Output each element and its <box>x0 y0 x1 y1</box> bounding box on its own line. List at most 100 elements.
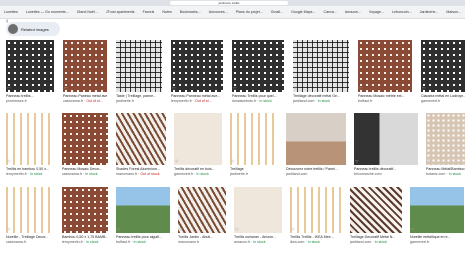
result-thumbnail[interactable]: ♡ <box>230 113 278 165</box>
save-heart-icon[interactable]: ♡ <box>175 160 179 164</box>
image-result-card[interactable]: ♡ Panneau Mosaic Decor... castorama.fr · I… <box>62 113 108 180</box>
result-title[interactable]: Panneau Mosaic métrie ext... <box>358 94 412 98</box>
save-heart-icon[interactable]: ♡ <box>411 228 415 232</box>
image-result-card[interactable]: ♡ Treillis en bambou 0,50 x... leroymerlin… <box>6 113 54 180</box>
result-title[interactable]: Panneau Métal/Bamboo fil Treillis panel.… <box>426 167 465 171</box>
result-title[interactable]: Treillis en bambou 0,50 x... <box>6 167 54 171</box>
address-bar[interactable]: jardinerie treillis <box>170 1 288 5</box>
bookmark-item[interactable]: Amazon... <box>343 9 363 15</box>
result-thumbnail[interactable]: ♡ <box>171 40 223 92</box>
bookmark-item[interactable]: Plans du projet... <box>234 9 265 15</box>
result-thumbnail[interactable]: ♡ <box>178 187 226 233</box>
image-result-card[interactable]: ♡ Treillage jardinerie.fr <box>230 113 278 180</box>
save-heart-icon[interactable]: ♡ <box>291 228 295 232</box>
image-result-card[interactable]: ♡ Panneau Mosaic métrie ext... truffaut.fr <box>358 40 412 107</box>
result-thumbnail[interactable]: ♡ <box>62 187 108 233</box>
save-heart-icon[interactable]: ♡ <box>7 87 11 91</box>
bookmark-item[interactable]: Gmail... <box>269 9 285 15</box>
save-heart-icon[interactable]: ♡ <box>117 228 121 232</box>
result-title[interactable]: Treillis nurisean - Amzon... <box>234 235 282 239</box>
result-thumbnail[interactable]: ♡ <box>6 113 54 165</box>
result-title[interactable]: Découvrez notre treillis / Panel... <box>286 167 346 171</box>
result-thumbnail[interactable]: ♡ <box>62 113 108 165</box>
image-result-card[interactable]: ♡ Shades Forest Aluminium... manomano.fr ·… <box>116 113 166 180</box>
bookmark-item[interactable]: JTrust apartments <box>104 9 137 15</box>
result-title[interactable]: Panneau Panneau métal ave... <box>171 94 223 98</box>
bookmark-item[interactable]: Canva... <box>321 9 338 15</box>
result-thumbnail[interactable]: ♡ <box>426 113 465 165</box>
bookmark-item[interactable]: Lunettes — Go moments... <box>24 9 71 15</box>
save-heart-icon[interactable]: ♡ <box>351 228 355 232</box>
result-thumbnail[interactable]: ♡ <box>232 40 284 92</box>
save-heart-icon[interactable]: ♡ <box>7 160 11 164</box>
result-title[interactable]: Shades Forest Aluminium... <box>116 167 166 171</box>
image-result-card[interactable]: ♡ Bambou 0,50 x 1,75 BAMB... leroymerlin.f… <box>62 187 108 248</box>
save-heart-icon[interactable]: ♡ <box>64 87 68 91</box>
save-heart-icon[interactable]: ♡ <box>179 228 183 232</box>
bookmark-item[interactable]: Maison... <box>444 9 463 15</box>
result-thumbnail[interactable]: ♡ <box>6 187 54 233</box>
image-result-card[interactable]: ♡ Treillis décoratif en bois... gammvert.f… <box>174 113 222 180</box>
result-title[interactable]: Treillis Jardin - Abuti... <box>178 235 226 239</box>
save-heart-icon[interactable]: ♡ <box>235 228 239 232</box>
save-heart-icon[interactable]: ♡ <box>422 87 426 91</box>
result-title[interactable]: Nurellie - Treillage Decor... <box>6 235 54 239</box>
result-title[interactable]: Panneau Mosaic Decor... <box>62 167 108 171</box>
result-title[interactable]: Bambou 0,50 x 1,75 BAMB... <box>62 235 108 239</box>
result-title[interactable]: Panneau Treillis pour quel... <box>232 94 284 98</box>
image-result-card[interactable]: ♡ Panneau Paneau métal ave... castorama.fr… <box>63 40 107 107</box>
result-thumbnail[interactable]: ♡ <box>350 187 402 233</box>
image-result-card[interactable]: ♡ Treillis nurisean - Amzon... amazon.fr ·… <box>234 187 282 248</box>
result-thumbnail[interactable]: ♡ <box>116 113 166 165</box>
image-result-card[interactable]: ♡ Panneau Treillis pour quel... lamaisonbo… <box>232 40 284 107</box>
result-title[interactable]: Treillis Treillis - IKEA Mee... <box>290 235 342 239</box>
bookmark-item[interactable]: Gland Noël... <box>75 9 100 15</box>
save-heart-icon[interactable]: ♡ <box>287 160 291 164</box>
result-title[interactable]: Panneau treillis... <box>6 94 54 98</box>
save-heart-icon[interactable]: ♡ <box>63 160 67 164</box>
image-result-card[interactable]: ♡ Panneau treillis... promesses.fr <box>6 40 54 107</box>
result-title[interactable]: Treillage <box>230 167 278 171</box>
result-thumbnail[interactable]: ♡ <box>293 40 349 92</box>
bookmark-item[interactable]: Bookmarks... <box>178 9 203 15</box>
save-heart-icon[interactable]: ♡ <box>294 87 298 91</box>
result-thumbnail[interactable]: ♡ <box>174 113 222 165</box>
result-thumbnail[interactable]: ♡ <box>290 187 342 233</box>
save-heart-icon[interactable]: ♡ <box>7 228 11 232</box>
bookmark-item[interactable]: Notes <box>160 9 173 15</box>
bookmark-item[interactable]: Favoris <box>141 9 157 15</box>
result-thumbnail[interactable]: ♡ <box>6 40 54 92</box>
result-title[interactable]: Treillage Decoratif Métal N... <box>350 235 402 239</box>
related-images-chip[interactable]: Related images <box>6 22 60 36</box>
save-heart-icon[interactable]: ♡ <box>63 228 67 232</box>
result-thumbnail[interactable]: ♡ <box>63 40 107 92</box>
result-title[interactable]: Treillis décoratif en bois... <box>174 167 222 171</box>
result-title[interactable]: Taste | Treillage, panne... <box>116 94 162 98</box>
image-result-card[interactable]: ♡ Panneau treillis décoratif... bricomarch… <box>354 113 418 180</box>
bookmark-item[interactable]: Leboncoin... <box>390 9 414 15</box>
image-result-card[interactable]: ♡ Panneau Panneau métal ave... leroymerlin… <box>171 40 223 107</box>
save-heart-icon[interactable]: ♡ <box>172 87 176 91</box>
result-title[interactable]: Panneau Paneau métal ave... <box>63 94 107 98</box>
image-result-card[interactable]: ♡ Treillage décoratif métal Ge... jardilan… <box>293 40 349 107</box>
image-result-card[interactable]: ♡ Taste | Treillage, panne... jardinerie.f… <box>116 40 162 107</box>
image-result-card[interactable]: ♡ Panneau treillis pour aiguill... truffau… <box>116 187 170 248</box>
image-result-card[interactable]: ♡ Panneau Métal/Bamboo fil Treillis panel… <box>426 113 465 180</box>
bookmark-item[interactable]: Annonces... <box>207 9 230 15</box>
save-heart-icon[interactable]: ♡ <box>359 87 363 91</box>
image-result-card[interactable]: ♡ Nurellie - Treillage Decor... castorama.… <box>6 187 54 248</box>
result-thumbnail[interactable]: ♡ <box>234 187 282 233</box>
image-result-card[interactable]: ♡ Treillis Treillis - IKEA Mee... ikea.com… <box>290 187 342 248</box>
image-result-card[interactable]: ♡ Nurellie métallique en tr... gammvert.fr <box>410 187 464 248</box>
result-thumbnail[interactable]: ♡ <box>421 40 465 92</box>
save-heart-icon[interactable]: ♡ <box>355 160 359 164</box>
save-heart-icon[interactable]: ♡ <box>117 87 121 91</box>
save-heart-icon[interactable]: ♡ <box>427 160 431 164</box>
result-title[interactable]: Panneau treillis pour aiguill... <box>116 235 170 239</box>
bookmark-item[interactable]: Jardinerie... <box>418 9 441 15</box>
result-thumbnail[interactable]: ♡ <box>358 40 412 92</box>
image-result-card[interactable]: ♡ Treillage Decoratif Métal N... jardiland… <box>350 187 402 248</box>
image-result-card[interactable]: ♡ Découvrez notre treillis / Panel... jard… <box>286 113 346 180</box>
result-title[interactable]: Panneau treillis décoratif... <box>354 167 418 171</box>
result-thumbnail[interactable]: ♡ <box>410 187 464 233</box>
